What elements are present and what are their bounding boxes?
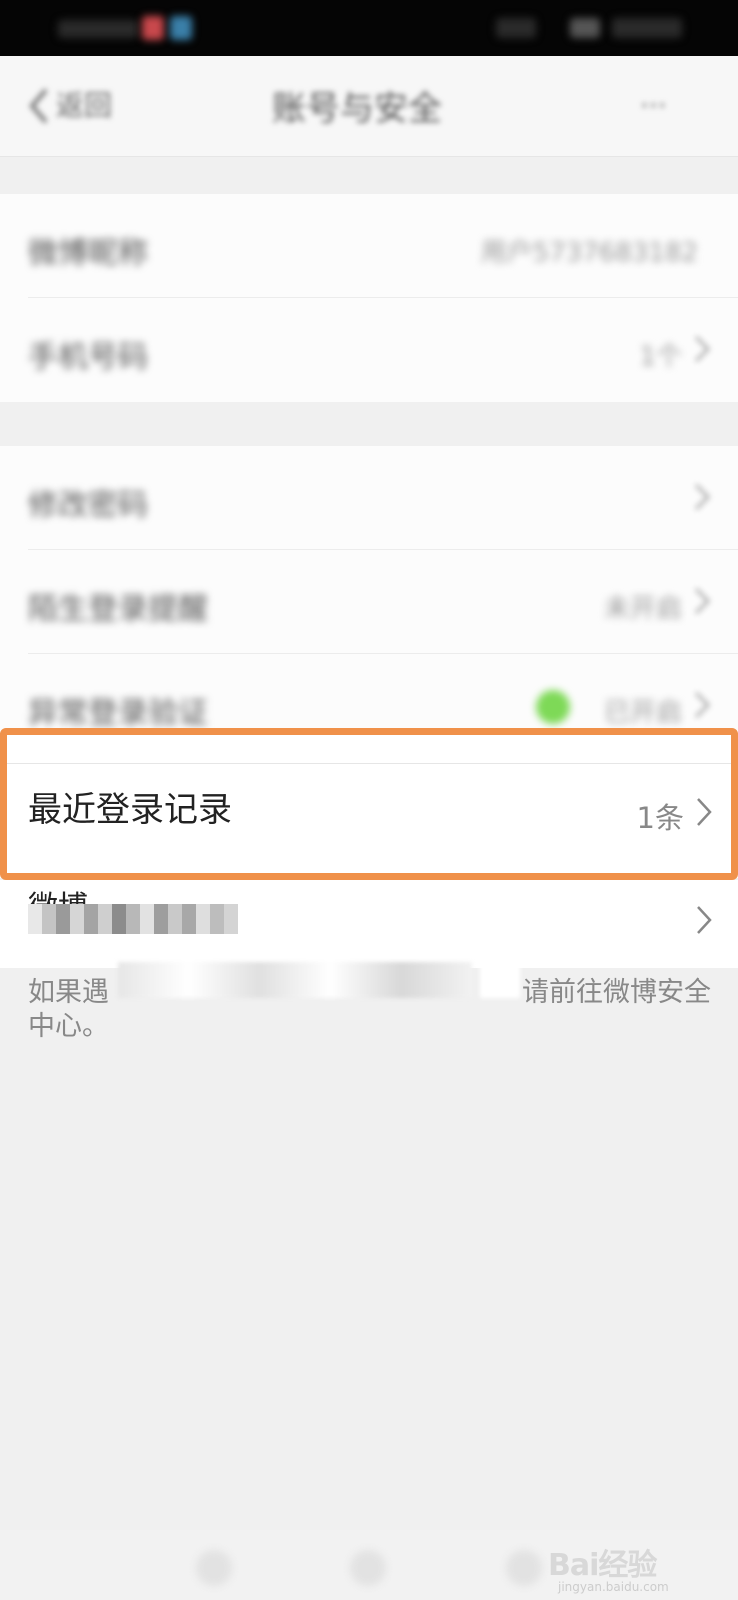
phone-label: 手机号码 [28,340,148,375]
pixelated-text [480,962,520,998]
pixelated-text [28,904,238,934]
recent-login-label: 最近登录记录 [28,790,232,830]
login-alert-row[interactable]: 陌生登录提醒 未开启 [0,550,738,654]
nickname-label: 微博昵称 [28,236,148,271]
back-button[interactable]: 返回 [24,84,144,128]
recent-login-count: 1条 [636,801,684,835]
app-notification-icon [170,16,192,40]
status-bar [0,0,738,56]
chevron-right-icon [694,483,711,511]
navigation-bar: 返回 账号与安全 ··· [0,56,738,157]
back-nav-icon[interactable] [196,1550,232,1586]
login-alert-label: 陌生登录提醒 [28,592,208,627]
phone-row[interactable]: 手机号码 1个 [0,298,738,402]
nickname-row[interactable]: 微博昵称 用户5737683182 [0,194,738,298]
chevron-left-icon [29,88,48,124]
pixelated-text [118,962,472,998]
home-nav-icon[interactable] [350,1550,386,1586]
change-password-label: 修改密码 [28,488,148,523]
recent-login-row[interactable]: 最近登录记录 1条 [0,730,738,878]
chevron-right-icon [694,587,711,615]
recent-apps-icon[interactable] [506,1550,542,1586]
login-verify-value: 已开启 [603,698,682,728]
phone-value: 1个 [639,342,682,372]
chevron-right-icon [697,798,712,826]
watermark-url: jingyan.baidu.com [558,1580,669,1594]
weibo-security-row[interactable]: 微博 [0,880,738,968]
battery-icon [570,18,600,38]
more-button[interactable]: ··· [640,92,667,120]
app-notification-icon [142,16,164,40]
page-title: 账号与安全 [272,89,442,129]
signal-icon [496,18,536,38]
row-divider [0,763,738,764]
baidu-watermark: Bai经验 jingyan.baidu.com [548,1540,698,1600]
weibo-row-label: 微博 [28,882,88,904]
chevron-right-icon [697,906,712,934]
carrier-indicator [58,20,138,38]
watermark-text: Bai经验 [548,1548,657,1583]
chevron-right-icon [694,691,711,719]
status-dot-icon [536,690,570,724]
nickname-value: 用户5737683182 [480,238,698,268]
login-verify-label: 异常登录验证 [28,696,208,731]
chevron-right-icon [694,335,711,363]
note-visible-text-3: 中心。 [28,1011,109,1042]
account-info-group: 微博昵称 用户5737683182 手机号码 1个 [0,194,738,402]
change-password-row[interactable]: 修改密码 [0,446,738,550]
login-alert-value: 未开启 [603,594,682,624]
clock [612,18,682,38]
back-label: 返回 [56,89,113,122]
note-visible-text-2: 请前往微博安全 [522,977,711,1008]
security-group: 修改密码 陌生登录提醒 未开启 异常登录验证 已开启 [0,446,738,731]
